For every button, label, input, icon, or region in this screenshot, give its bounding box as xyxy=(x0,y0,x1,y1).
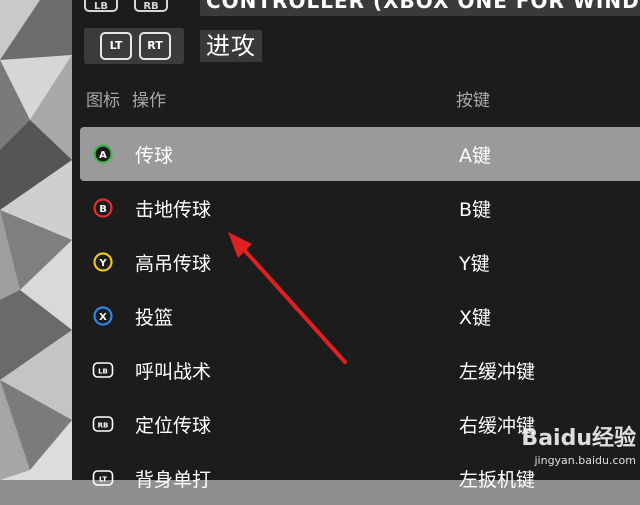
control-row[interactable]: B 击地传球 B键 xyxy=(80,181,640,235)
column-header-key: 按键 xyxy=(456,91,490,111)
mode-title: 进攻 xyxy=(200,30,262,62)
svg-text:X: X xyxy=(99,312,107,323)
b-button-icon: B xyxy=(93,198,113,218)
column-header-icon: 图标 xyxy=(86,91,120,111)
control-row[interactable]: X 投篮 X键 xyxy=(80,289,640,343)
baidu-watermark: Baidu经验 jingyan.baidu.com xyxy=(521,420,636,467)
action-label: 投篮 xyxy=(135,307,174,329)
controller-title-bar: LB RB CONTROLLER (XBOX ONE FOR WIND xyxy=(72,0,640,20)
svg-text:B: B xyxy=(99,204,107,215)
key-label: B键 xyxy=(459,199,492,221)
action-label: 传球 xyxy=(135,145,174,167)
controller-title: CONTROLLER (XBOX ONE FOR WIND xyxy=(200,0,640,16)
y-button-icon: Y xyxy=(93,252,113,272)
action-label: 定位传球 xyxy=(135,415,212,437)
svg-text:LB: LB xyxy=(98,368,108,376)
key-label: X键 xyxy=(459,307,492,329)
lt-trigger-button[interactable]: LT xyxy=(100,32,132,60)
baidu-brand-text: Baidu经验 xyxy=(521,426,636,451)
control-row[interactable]: A 传球 A键 xyxy=(80,127,640,181)
key-label: 左缓冲键 xyxy=(459,361,536,383)
svg-text:Y: Y xyxy=(98,258,107,269)
rb-bumper-pill[interactable]: RB xyxy=(134,0,168,12)
control-row[interactable]: LB 呼叫战术 左缓冲键 xyxy=(80,343,640,397)
key-label: 左扳机键 xyxy=(459,469,536,491)
action-label: 呼叫战术 xyxy=(135,361,212,383)
action-label: 背身单打 xyxy=(135,469,212,491)
column-header-action: 操作 xyxy=(132,91,166,111)
baidu-brand: Baidu经验 xyxy=(521,420,636,452)
svg-text:RB: RB xyxy=(98,422,109,430)
baidu-site: jingyan.baidu.com xyxy=(534,454,636,467)
action-label: 高吊传球 xyxy=(135,253,212,275)
rt-trigger-button[interactable]: RT xyxy=(139,32,171,60)
svg-text:A: A xyxy=(99,150,107,161)
lt-button-icon: LT xyxy=(92,470,114,486)
control-row[interactable]: Y 高吊传球 Y键 xyxy=(80,235,640,289)
x-button-icon: X xyxy=(93,306,113,326)
key-label: Y键 xyxy=(459,253,490,275)
rb-button-icon: RB xyxy=(92,416,114,432)
lb-bumper-pill[interactable]: LB xyxy=(84,0,118,12)
a-button-icon: A xyxy=(93,144,113,164)
key-label: A键 xyxy=(459,145,491,167)
lb-button-icon: LB xyxy=(92,362,114,378)
action-label: 击地传球 xyxy=(135,199,212,221)
